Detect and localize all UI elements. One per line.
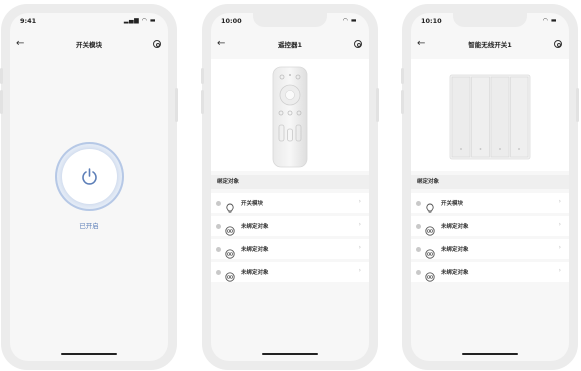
screen: 10:00 ◠ ▬ ← 遥控器1 绑定对象 开关模块 › 未绑定对象 › 未绑定… <box>211 13 369 361</box>
chevron-right-icon: › <box>558 221 561 228</box>
chevron-right-icon: › <box>558 198 561 205</box>
wifi-icon: ◠ <box>342 17 349 24</box>
bound-object-row[interactable]: 未绑定对象 › <box>211 262 369 282</box>
bound-object-row[interactable]: 未绑定对象 › <box>411 239 569 259</box>
nav-bar: ← 开关模块 <box>10 37 168 53</box>
bulb-icon <box>225 198 235 213</box>
wifi-icon: ◠ <box>542 17 549 24</box>
status-dot <box>216 223 221 229</box>
device-image-area <box>211 59 369 171</box>
signal-icon: ▂▄▆ <box>123 17 140 24</box>
status-icons: ◠ ▬ <box>343 17 357 24</box>
chevron-right-icon: › <box>358 244 361 251</box>
power-icon <box>82 168 97 185</box>
status-dot <box>416 269 421 275</box>
page-title: 遥控器1 <box>277 41 303 49</box>
bound-object-label: 未绑定对象 <box>241 224 269 230</box>
bound-object-label: 未绑定对象 <box>241 247 269 253</box>
bound-object-label: 开关模块 <box>441 201 464 207</box>
phone-remote-control: 10:00 ◠ ▬ ← 遥控器1 绑定对象 开关模块 › 未绑定对象 › 未绑定… <box>201 4 379 370</box>
chevron-right-icon: › <box>358 221 361 228</box>
battery-icon: ▬ <box>149 17 156 24</box>
status-time: 9:41 <box>20 17 37 25</box>
status-bar: 9:41 ▂▄▆ ◠ ▬ <box>20 17 156 27</box>
status-dot <box>416 223 421 229</box>
status-dot <box>216 269 221 275</box>
bound-objects-title: 绑定对象 <box>411 175 569 189</box>
status-dot <box>216 200 221 206</box>
bound-objects-list: 开关模块 › 未绑定对象 › 未绑定对象 › 未绑定对象 › <box>211 193 369 285</box>
page-title: 智能无线开关1 <box>468 41 512 49</box>
link-icon <box>425 221 435 236</box>
chevron-right-icon: › <box>558 244 561 251</box>
link-icon <box>425 244 435 259</box>
bound-object-label: 未绑定对象 <box>441 270 469 276</box>
screen: 9:41 ▂▄▆ ◠ ▬ ← 开关模块 已开启 <box>10 13 168 361</box>
wall-switch-image <box>449 74 531 160</box>
bound-object-label: 开关模块 <box>241 201 264 207</box>
link-icon <box>425 267 435 282</box>
power-button-inner <box>62 149 117 204</box>
battery-icon: ▬ <box>350 17 357 24</box>
bulb-icon <box>425 198 435 213</box>
power-status-label: 已开启 <box>79 222 99 230</box>
battery-icon: ▬ <box>550 17 557 24</box>
settings-icon[interactable] <box>554 40 562 48</box>
status-icons: ▂▄▆ ◠ ▬ <box>124 17 156 24</box>
home-indicator[interactable] <box>262 352 318 355</box>
status-dot <box>416 246 421 252</box>
status-icons: ◠ ▬ <box>543 17 557 24</box>
screen: 10:10 ◠ ▬ ← 智能无线开关1 绑定对象 开关模块 › 未绑定对象 › … <box>411 13 569 361</box>
status-dot <box>416 200 421 206</box>
bound-object-label: 未绑定对象 <box>241 270 269 276</box>
bound-object-row[interactable]: 未绑定对象 › <box>211 239 369 259</box>
device-image-area <box>411 59 569 171</box>
status-dot <box>216 246 221 252</box>
phone-switch-module: 9:41 ▂▄▆ ◠ ▬ ← 开关模块 已开启 <box>0 4 178 370</box>
status-bar: 10:00 ◠ ▬ <box>221 17 357 27</box>
bound-objects-title: 绑定对象 <box>211 175 369 189</box>
bound-object-row[interactable]: 未绑定对象 › <box>211 216 369 236</box>
home-indicator[interactable] <box>61 352 117 355</box>
wifi-icon: ◠ <box>141 17 148 24</box>
bound-objects-list: 开关模块 › 未绑定对象 › 未绑定对象 › 未绑定对象 › <box>411 193 569 285</box>
power-button[interactable] <box>55 142 124 211</box>
bound-object-row[interactable]: 未绑定对象 › <box>411 216 569 236</box>
chevron-right-icon: › <box>358 198 361 205</box>
settings-icon[interactable] <box>354 40 362 48</box>
status-time: 10:10 <box>421 17 442 25</box>
chevron-right-icon: › <box>558 267 561 274</box>
status-bar: 10:10 ◠ ▬ <box>421 17 557 27</box>
page-title: 开关模块 <box>76 41 102 49</box>
bound-object-label: 未绑定对象 <box>441 247 469 253</box>
nav-bar: ← 智能无线开关1 <box>411 37 569 53</box>
bound-object-row[interactable]: 开关模块 › <box>211 193 369 213</box>
chevron-right-icon: › <box>358 267 361 274</box>
status-time: 10:00 <box>221 17 242 25</box>
link-icon <box>225 244 235 259</box>
link-icon <box>225 267 235 282</box>
bound-object-row[interactable]: 开关模块 › <box>411 193 569 213</box>
bound-object-label: 未绑定对象 <box>441 224 469 230</box>
nav-bar: ← 遥控器1 <box>211 37 369 53</box>
link-icon <box>225 221 235 236</box>
remote-control-image <box>272 66 308 168</box>
phone-wireless-switch: 10:10 ◠ ▬ ← 智能无线开关1 绑定对象 开关模块 › 未绑定对象 › … <box>401 4 579 370</box>
bound-object-row[interactable]: 未绑定对象 › <box>411 262 569 282</box>
settings-icon[interactable] <box>153 40 161 48</box>
home-indicator[interactable] <box>462 352 518 355</box>
